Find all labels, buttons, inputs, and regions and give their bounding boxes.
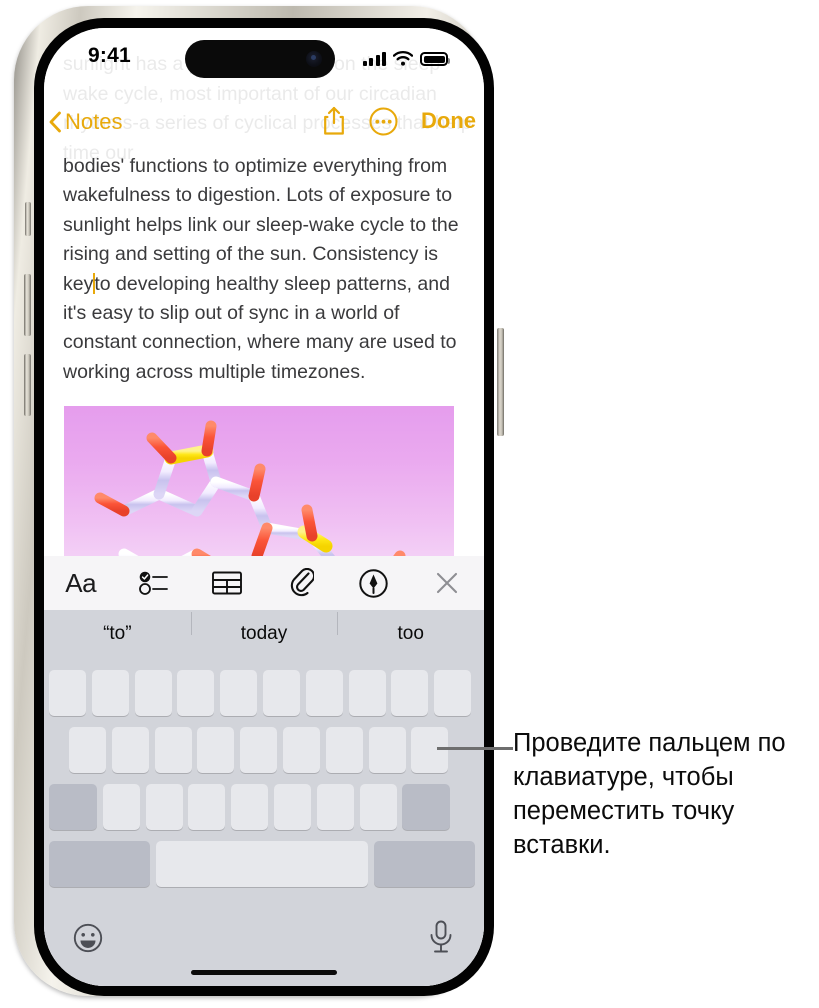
navigation-bar: Notes Done: [44, 104, 484, 148]
markup-button[interactable]: [337, 556, 410, 610]
onscreen-keyboard-trackpad[interactable]: [44, 658, 484, 986]
text-format-label: Aa: [65, 567, 97, 598]
back-button-label: Notes: [65, 109, 123, 134]
callout-text: Проведите пальцем по клавиатуре, чтобы п…: [513, 729, 786, 859]
key[interactable]: [134, 670, 172, 716]
key[interactable]: [434, 670, 472, 716]
note-editor-canvas[interactable]: sunlight has a profound impact on the sl…: [44, 28, 484, 986]
key[interactable]: [111, 727, 149, 773]
table-icon: [212, 571, 243, 595]
chevron-left-icon: [49, 111, 61, 133]
screenshot-root: sunlight has a profound impact on the sl…: [0, 0, 819, 1008]
callout-leader-line: [437, 747, 513, 750]
attachment-button[interactable]: [264, 556, 337, 610]
key[interactable]: [262, 670, 300, 716]
back-to-notes-button[interactable]: Notes: [48, 109, 122, 135]
note-body-text[interactable]: bodies' functions to optimize everything…: [63, 152, 467, 387]
prediction-candidate-1[interactable]: “to”: [44, 623, 191, 645]
key[interactable]: [145, 784, 183, 830]
keyboard-row-1: [49, 670, 472, 716]
predictive-text-bar: “to” today too: [44, 610, 484, 658]
close-toolbar-button[interactable]: [411, 556, 484, 610]
text-format-button[interactable]: Aa: [44, 556, 117, 610]
share-icon[interactable]: [322, 106, 346, 136]
wifi-icon: [393, 51, 413, 66]
done-button[interactable]: Done: [421, 108, 476, 134]
prediction-candidate-2[interactable]: today: [190, 612, 338, 645]
format-toolbar: Aa: [44, 556, 484, 610]
key[interactable]: [368, 727, 406, 773]
front-camera-icon: [306, 51, 322, 67]
paperclip-icon: [290, 568, 314, 597]
key[interactable]: [69, 727, 106, 773]
note-text-after-caret: to developing healthy sleep patterns, an…: [63, 272, 457, 383]
key[interactable]: [154, 727, 192, 773]
phone-frame: sunlight has a profound impact on the sl…: [14, 6, 504, 996]
cellular-bars-icon: [362, 51, 386, 66]
dynamic-island: [185, 40, 335, 78]
space-key[interactable]: [155, 841, 368, 887]
key[interactable]: [177, 670, 215, 716]
power-button[interactable]: [497, 328, 504, 436]
key[interactable]: [325, 727, 363, 773]
key[interactable]: [316, 784, 354, 830]
key[interactable]: [305, 670, 343, 716]
keyboard-row-4: [49, 841, 475, 887]
status-bar-indicators: [362, 46, 450, 66]
shift-key[interactable]: [49, 784, 97, 830]
key[interactable]: [188, 784, 226, 830]
key[interactable]: [240, 727, 278, 773]
key[interactable]: [220, 670, 258, 716]
silent-switch[interactable]: [25, 202, 31, 236]
key[interactable]: [91, 670, 129, 716]
prediction-candidate-3[interactable]: too: [337, 612, 484, 645]
keyboard-row-3: [49, 784, 451, 830]
key[interactable]: [282, 727, 320, 773]
delete-key[interactable]: [402, 784, 451, 830]
key[interactable]: [359, 784, 397, 830]
key[interactable]: [411, 727, 449, 773]
table-button[interactable]: [191, 556, 264, 610]
volume-down-button[interactable]: [24, 354, 31, 416]
volume-up-button[interactable]: [24, 274, 31, 336]
keyboard-bottom-row: [44, 913, 484, 973]
keyboard-row-2: [69, 727, 449, 773]
battery-full-icon: [420, 52, 450, 66]
key[interactable]: [273, 784, 311, 830]
return-key[interactable]: [373, 841, 475, 887]
numbers-key[interactable]: [49, 841, 150, 887]
key[interactable]: [231, 784, 269, 830]
checklist-button[interactable]: [117, 556, 190, 610]
phone-screen: sunlight has a profound impact on the sl…: [44, 28, 484, 986]
home-indicator[interactable]: [191, 969, 337, 975]
key[interactable]: [197, 727, 235, 773]
key[interactable]: [391, 670, 429, 716]
checklist-icon: [139, 571, 168, 595]
microphone-icon[interactable]: [428, 920, 454, 954]
emoji-smiley-icon[interactable]: [73, 923, 103, 953]
key[interactable]: [102, 784, 140, 830]
navbar-actions: Done: [322, 106, 476, 136]
key[interactable]: [348, 670, 386, 716]
more-circle-icon[interactable]: [369, 106, 398, 136]
status-bar-time: 9:41: [88, 44, 131, 67]
markup-pen-icon: [359, 568, 389, 598]
close-icon: [437, 572, 458, 594]
key[interactable]: [49, 670, 86, 716]
